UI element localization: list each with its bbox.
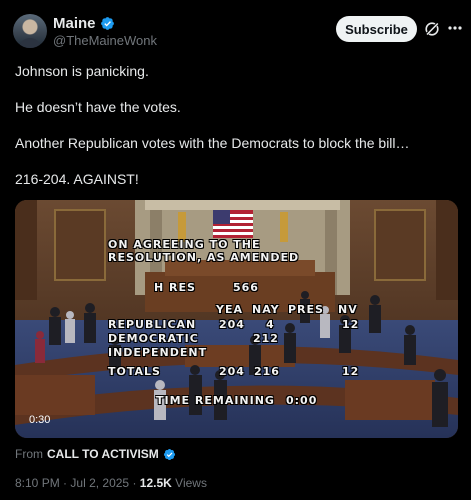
vote-row-nay: 216 — [254, 365, 280, 378]
vote-row-nv: 12 — [342, 365, 360, 378]
attribution: From CALL TO ACTIVISM — [15, 447, 176, 461]
time-remaining-label: TIME REMAINING — [156, 394, 275, 407]
vote-row-nv: 12 — [342, 318, 360, 331]
vote-board-title-2: RESOLUTION, AS AMENDED — [108, 251, 300, 264]
author-name-row: Maine — [53, 15, 115, 32]
post-date[interactable]: Jul 2, 2025 — [70, 476, 129, 490]
vote-header-pres: PRES — [288, 303, 324, 316]
author-name[interactable]: Maine — [53, 15, 96, 32]
vote-header-nay: NAY — [252, 303, 280, 316]
vote-row-label: DEMOCRATIC — [108, 332, 199, 345]
post-line: He doesn’t have the votes. — [15, 99, 181, 115]
attribution-source-link[interactable]: CALL TO ACTIVISM — [47, 447, 159, 461]
views-count: 12.5K — [139, 476, 172, 490]
vote-board-measure: H RES — [154, 281, 196, 294]
vote-row-nay: 4 — [266, 318, 275, 331]
video-player[interactable]: ON AGREEING TO THE RESOLUTION, AS AMENDE… — [15, 200, 458, 438]
vote-board-measure-number: 566 — [233, 281, 259, 294]
vote-row-label: TOTALS — [108, 365, 161, 378]
vote-header-yea: YEA — [216, 303, 243, 316]
vote-header-nv: NV — [338, 303, 358, 316]
post-line: Johnson is panicking. — [15, 63, 149, 79]
post-line: 216-204. AGAINST! — [15, 171, 139, 187]
grok-icon[interactable] — [424, 21, 440, 37]
verified-badge-icon — [163, 448, 175, 460]
post-time[interactable]: 8:10 PM — [15, 476, 60, 490]
subscribe-button[interactable]: Subscribe — [336, 16, 417, 42]
meta-separator: · — [132, 476, 137, 490]
post-text: Johnson is panicking. He doesn’t have th… — [15, 62, 460, 206]
more-options-icon[interactable] — [448, 26, 462, 30]
avatar[interactable] — [13, 14, 47, 48]
attribution-prefix: From — [15, 447, 43, 461]
views-label: Views — [175, 476, 207, 490]
vote-row-yea: 204 — [219, 365, 245, 378]
author-handle[interactable]: @TheMaineWonk — [53, 33, 157, 48]
time-remaining-value: 0:00 — [286, 394, 318, 407]
meta-separator: · — [63, 476, 68, 490]
video-duration: 0:30 — [29, 414, 51, 426]
vote-row-nay: 212 — [253, 332, 279, 345]
vote-row-label: REPUBLICAN — [108, 318, 197, 331]
vote-row-label: INDEPENDENT — [108, 346, 208, 359]
post-line: Another Republican votes with the Democr… — [15, 135, 410, 151]
verified-badge-icon — [100, 17, 114, 30]
vote-board-title-1: ON AGREEING TO THE — [108, 238, 261, 251]
vote-row-yea: 204 — [219, 318, 245, 331]
post-meta: 8:10 PM · Jul 2, 2025 · 12.5K Views — [15, 476, 207, 490]
